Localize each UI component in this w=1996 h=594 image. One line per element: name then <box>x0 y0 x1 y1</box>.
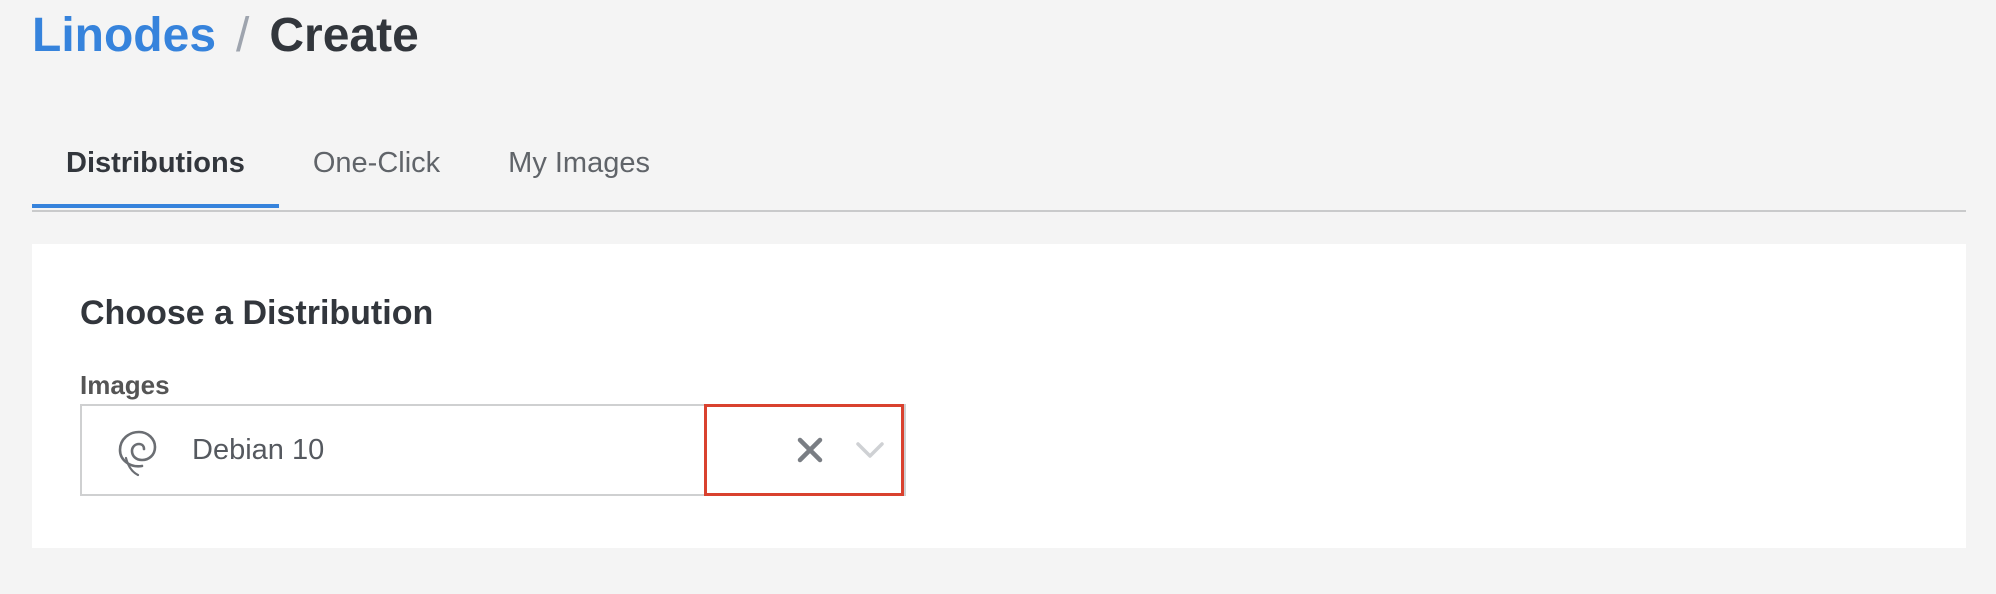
selected-image-value: Debian 10 <box>192 434 325 466</box>
tab-distributions[interactable]: Distributions <box>32 120 279 208</box>
chevron-down-icon[interactable] <box>854 436 886 464</box>
debian-swirl-icon <box>118 430 157 477</box>
breadcrumb: Linodes / Create <box>32 6 419 66</box>
breadcrumb-separator: / <box>236 9 250 62</box>
page-title: Create <box>269 9 419 62</box>
image-select[interactable]: Debian 10 <box>80 404 906 496</box>
breadcrumb-linodes-link[interactable]: Linodes <box>32 6 216 66</box>
images-label: Images <box>80 370 170 400</box>
select-indicators <box>704 404 904 496</box>
panel-title: Choose a Distribution <box>80 294 434 332</box>
tab-one-click[interactable]: One-Click <box>279 120 474 206</box>
image-source-tabs: Distributions One-Click My Images <box>32 120 1966 212</box>
distribution-panel: Choose a Distribution Images Debian 10 <box>32 244 1966 548</box>
tab-my-images[interactable]: My Images <box>474 120 684 206</box>
clear-icon[interactable] <box>794 434 826 466</box>
